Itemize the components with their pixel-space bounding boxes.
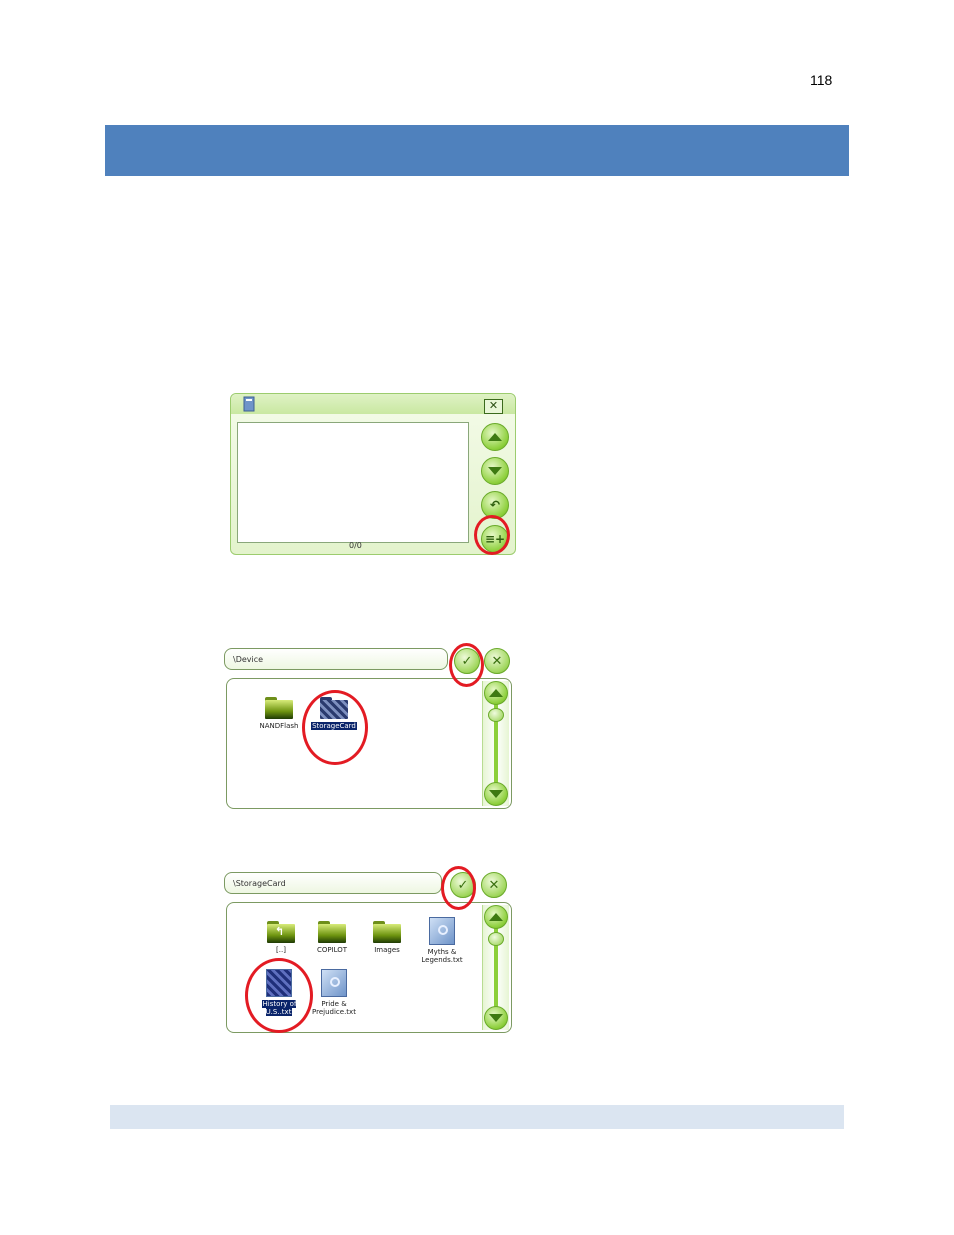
file-label: Myths & Legends.txt — [421, 948, 463, 964]
cancel-button[interactable]: ✕ — [481, 872, 507, 898]
up-arrow-icon — [488, 433, 502, 441]
up-arrow-icon — [489, 913, 503, 921]
scroll-up-button[interactable] — [484, 681, 508, 705]
file-item[interactable]: Myths & Legends.txt — [412, 917, 472, 964]
scroll-up-button[interactable] — [481, 423, 509, 451]
scroll-down-button[interactable] — [484, 782, 508, 806]
close-icon: ✕ — [491, 653, 503, 669]
folder-label: [..] — [276, 946, 286, 954]
playlist-list[interactable] — [237, 422, 469, 543]
folder-label: COPILOT — [316, 946, 348, 954]
dialog-titlebar: ✕ — [231, 394, 515, 414]
folder-icon — [318, 921, 346, 943]
highlight-circle — [302, 690, 368, 765]
file-item[interactable]: Pride & Prejudice.txt — [304, 969, 364, 1016]
back-arrow-icon: ↶ — [489, 498, 501, 512]
folder-label: NANDFlash — [259, 722, 299, 730]
section-header-bar — [105, 125, 849, 176]
close-button[interactable]: ✕ — [484, 399, 503, 414]
path-field[interactable]: \StorageCard — [224, 872, 442, 894]
folder-item[interactable]: NANDFlash — [249, 697, 309, 730]
footer-bar — [110, 1105, 844, 1129]
scroll-down-button[interactable] — [481, 457, 509, 485]
folder-item[interactable]: Images — [357, 921, 417, 954]
playlist-dialog: ✕ 0/0 ↶ ≡+ — [230, 393, 516, 555]
scroll-thumb[interactable] — [488, 708, 504, 722]
folder-item[interactable]: COPILOT — [302, 921, 362, 954]
scroll-thumb[interactable] — [488, 932, 504, 946]
page-number: 118 — [810, 72, 833, 88]
scroll-up-button[interactable] — [484, 905, 508, 929]
file-list: NANDFlash StorageCard — [226, 678, 512, 809]
highlight-circle — [245, 958, 313, 1033]
playlist-counter: 0/0 — [349, 541, 362, 550]
file-label: Pride & Prejudice.txt — [312, 1000, 356, 1016]
down-arrow-icon — [488, 467, 502, 475]
text-file-icon — [321, 969, 347, 997]
folder-icon — [265, 697, 293, 719]
highlight-circle — [449, 643, 484, 687]
highlight-circle — [441, 866, 476, 910]
close-icon: ✕ — [488, 877, 500, 893]
down-arrow-icon — [489, 1014, 503, 1022]
down-arrow-icon — [489, 790, 503, 798]
up-folder-icon: ↰ — [267, 921, 295, 943]
scrollbar[interactable] — [482, 681, 509, 806]
scrollbar[interactable] — [482, 905, 509, 1030]
app-icon — [243, 396, 255, 412]
scroll-down-button[interactable] — [484, 1006, 508, 1030]
up-arrow-icon — [489, 689, 503, 697]
folder-label: Images — [374, 946, 400, 954]
text-file-icon — [429, 917, 455, 945]
folder-icon — [373, 921, 401, 943]
path-field[interactable]: \Device — [224, 648, 448, 670]
cancel-button[interactable]: ✕ — [484, 648, 510, 674]
highlight-circle — [474, 515, 510, 555]
